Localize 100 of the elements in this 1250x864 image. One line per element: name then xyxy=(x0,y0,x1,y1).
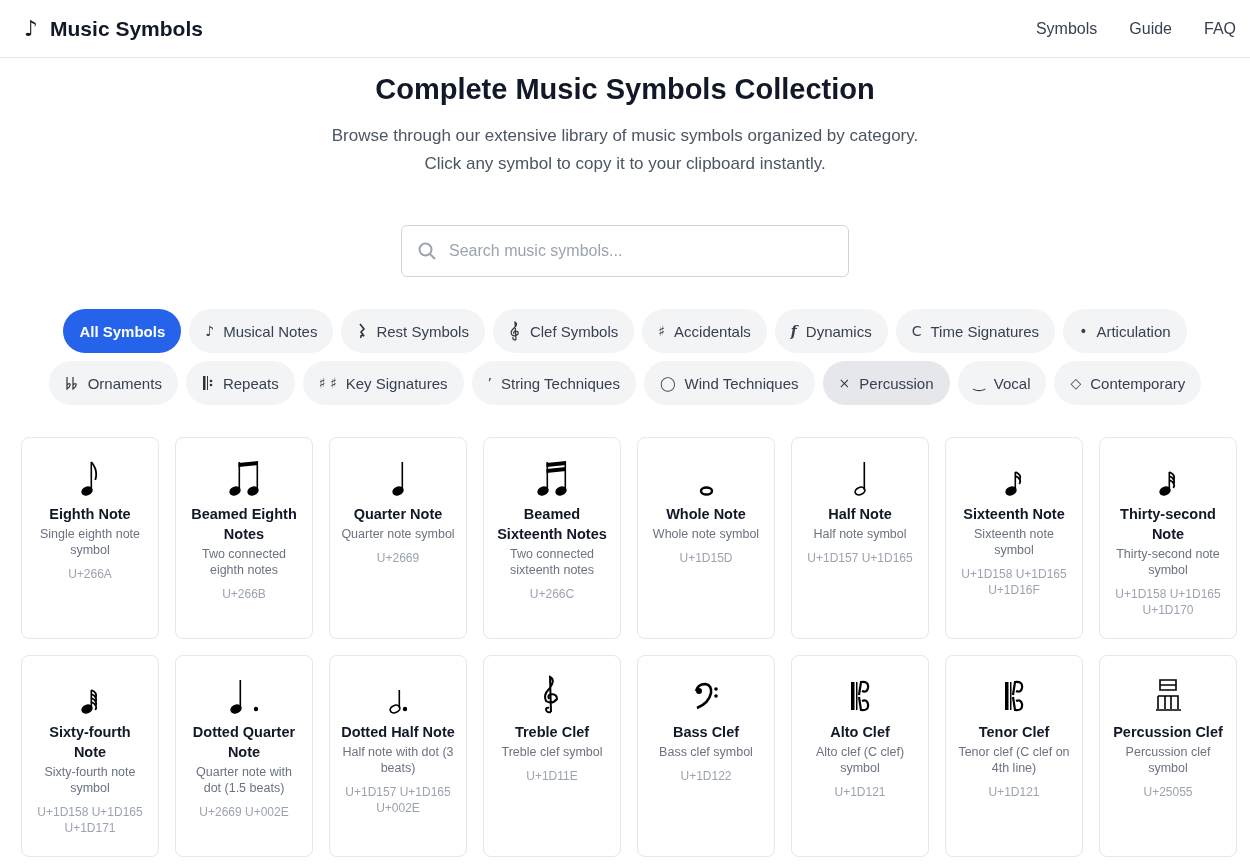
dotted-quarter-note-icon xyxy=(229,679,259,714)
nav-link[interactable]: Guide xyxy=(1129,19,1172,38)
symbol-card[interactable]: Half Note Half note symbol U+1D157 U+1D165 xyxy=(791,437,929,639)
unicode-code: U+1D157 U+1D165 xyxy=(807,550,913,566)
unicode-code: U+1D121 xyxy=(834,784,886,800)
symbol-description: Half note with dot (3 beats) xyxy=(341,744,455,776)
symbol-card[interactable]: Alto Clef Alto clef (C clef) symbol U+1D121 xyxy=(791,655,929,857)
symbol-description: Single eighth note symbol xyxy=(38,526,142,558)
nav-link[interactable]: FAQ xyxy=(1204,19,1236,38)
half-note-icon xyxy=(854,461,866,496)
symbol-name: Dotted Quarter Note xyxy=(191,723,297,762)
unicode-code: U+1D121 xyxy=(988,784,1040,800)
symbol-name: Beamed Sixteenth Notes xyxy=(496,505,608,544)
unicode-code: U+2669 U+002E xyxy=(199,804,289,820)
unicode-code: U+266C xyxy=(529,586,575,602)
filter-chip[interactable]: ‿ Vocal xyxy=(957,361,1047,405)
quarter-note-icon xyxy=(392,461,404,496)
search-field[interactable]: Search music symbols... xyxy=(401,225,849,277)
subtitle-text: Browse through our extensive library of music symbols organized by category. xyxy=(330,125,920,147)
symbol-name: Dotted Half Note xyxy=(341,723,455,742)
sixteenth-note-icon xyxy=(1005,471,1023,496)
symbol-card[interactable]: Treble Clef Treble clef symbol U+1D11E xyxy=(483,655,621,857)
symbol-name: Treble Clef xyxy=(514,723,590,742)
whole-note-icon xyxy=(698,486,714,496)
symbol-description: Half note symbol xyxy=(813,526,907,542)
symbol-description: Whole note symbol xyxy=(652,526,760,542)
symbol-description: Sixty-fourth note symbol xyxy=(43,764,137,796)
site-name[interactable]: Music Symbols xyxy=(50,16,203,41)
filter-chip[interactable]: Ornaments xyxy=(48,361,178,405)
symbol-card[interactable]: Percussion Clef Percussion clef symbol U+25055 xyxy=(1099,655,1237,857)
dotted-half-note-icon xyxy=(388,689,408,714)
unicode-code: U+1D158 U+1D165 U+1D170 xyxy=(1114,586,1222,618)
filter-chip[interactable]: ♪ Musical Notes xyxy=(189,309,334,353)
symbol-description: Bass clef symbol xyxy=(659,744,753,760)
filter-chip[interactable]: All Symbols xyxy=(63,309,182,353)
logo-icon: ♪ xyxy=(24,16,39,41)
symbol-description: Quarter note symbol xyxy=(341,526,455,542)
symbol-description: Treble clef symbol xyxy=(501,744,603,760)
unicode-code: U+266A xyxy=(68,566,112,582)
unicode-code: U+1D157 U+1D165 U+002E xyxy=(344,784,452,816)
symbol-card[interactable]: Sixteenth Note Sixteenth note symbol U+1D158 U+1D165 U+1D16F xyxy=(945,437,1083,639)
symbol-name: Tenor Clef xyxy=(978,723,1050,742)
symbol-card[interactable]: Dotted Half Note Half note with dot (3 beats) U+1D157 U+1D165 U+002E xyxy=(329,655,467,857)
beamed-eighth-notes-icon xyxy=(229,461,259,496)
treble-clef-icon xyxy=(508,321,521,341)
symbol-description: Quarter note with dot (1.5 beats) xyxy=(195,764,293,796)
symbol-card[interactable]: Beamed Eighth Notes Two connected eighth notes U+266B xyxy=(175,437,313,639)
symbol-card[interactable]: Eighth Note Single eighth note symbol U+266A xyxy=(21,437,159,639)
unicode-code: U+266B xyxy=(222,586,266,602)
symbol-name: Eighth Note xyxy=(49,505,131,524)
filter-chip[interactable]: Clef Symbols xyxy=(492,309,635,353)
search-icon xyxy=(418,242,436,260)
symbol-card[interactable]: Dotted Quarter Note Quarter note with dot (1.5 beats) U+2669 U+002E xyxy=(175,655,313,857)
filter-chip[interactable]: ♯ Accidentals xyxy=(642,309,767,353)
eighth-note-icon xyxy=(81,461,99,496)
unicode-code: U+1D11E xyxy=(526,768,578,784)
symbol-card[interactable]: Thirty-second Note Thirty-second note symbol U+1D158 U+1D165 U+1D170 xyxy=(1099,437,1237,639)
symbol-card[interactable]: Whole Note Whole note symbol U+1D15D xyxy=(637,437,775,639)
thirty-second-note-icon xyxy=(1159,471,1177,496)
repeat-sign-icon xyxy=(201,375,214,391)
symbol-card[interactable]: Sixty-fourth Note Sixty-fourth note symbol U+1D158 U+1D165 U+1D171 xyxy=(21,655,159,857)
symbol-name: Bass Clef xyxy=(672,723,740,742)
sixty-fourth-note-icon xyxy=(81,689,99,714)
symbol-card[interactable]: Beamed Sixteenth Notes Two connected sixteenth notes U+266C xyxy=(483,437,621,639)
symbol-description: Sixteenth note symbol xyxy=(973,526,1055,558)
rest-icon xyxy=(357,323,368,339)
filter-chip[interactable]: ◯ Wind Techniques xyxy=(643,361,815,405)
double-flat-icon xyxy=(64,376,79,390)
symbol-card[interactable]: Quarter Note Quarter note symbol U+2669 xyxy=(329,437,467,639)
symbol-name: Thirty-second Note xyxy=(1119,505,1217,544)
filter-chip[interactable]: Rest Symbols xyxy=(341,309,485,353)
symbol-description: Tenor clef (C clef on 4th line) xyxy=(957,744,1071,776)
subtitle-text: Click any symbol to copy it to your clipboard instantly. xyxy=(423,153,827,175)
filter-chip[interactable]: ♯ ♯ Key Signatures xyxy=(302,361,464,405)
symbol-description: Two connected sixteenth notes xyxy=(508,546,596,578)
symbol-card[interactable]: Bass Clef Bass clef symbol U+1D122 xyxy=(637,655,775,857)
filter-chip[interactable]: × Percussion xyxy=(822,361,950,405)
filter-chip[interactable]: Repeats xyxy=(185,361,295,405)
symbol-description: Two connected eighth notes xyxy=(200,546,288,578)
unicode-code: U+1D158 U+1D165 U+1D171 xyxy=(36,804,144,836)
symbol-name: Percussion Clef xyxy=(1113,723,1223,742)
unicode-code: U+1D122 xyxy=(680,768,732,784)
filter-chip[interactable]: ’ String Techniques xyxy=(471,361,636,405)
page-title: Complete Music Symbols Collection xyxy=(374,72,876,107)
symbol-name: Half Note xyxy=(828,505,892,524)
filter-chip[interactable]: • Articulation xyxy=(1063,309,1187,353)
symbol-description: Thirty-second note symbol xyxy=(1115,546,1221,578)
symbol-card[interactable]: Tenor Clef Tenor clef (C clef on 4th line) U+1D121 xyxy=(945,655,1083,857)
filter-chip[interactable]: f Dynamics xyxy=(774,309,888,353)
symbol-name: Beamed Eighth Notes xyxy=(190,505,298,544)
symbol-name: Quarter Note xyxy=(353,505,443,524)
beamed-sixteenth-notes-icon xyxy=(537,461,567,496)
symbol-description: Alto clef (C clef) symbol xyxy=(814,744,906,776)
symbol-name: Alto Clef xyxy=(830,723,890,742)
symbol-name: Whole Note xyxy=(666,505,746,524)
filter-chip[interactable]: ◇ Contemporary xyxy=(1054,361,1202,405)
unicode-code: U+25055 xyxy=(1143,784,1193,800)
symbol-name: Sixty-fourth Note xyxy=(48,723,132,762)
filter-chip[interactable]: C Time Signatures xyxy=(895,309,1056,353)
nav-link[interactable]: Symbols xyxy=(1035,19,1098,38)
